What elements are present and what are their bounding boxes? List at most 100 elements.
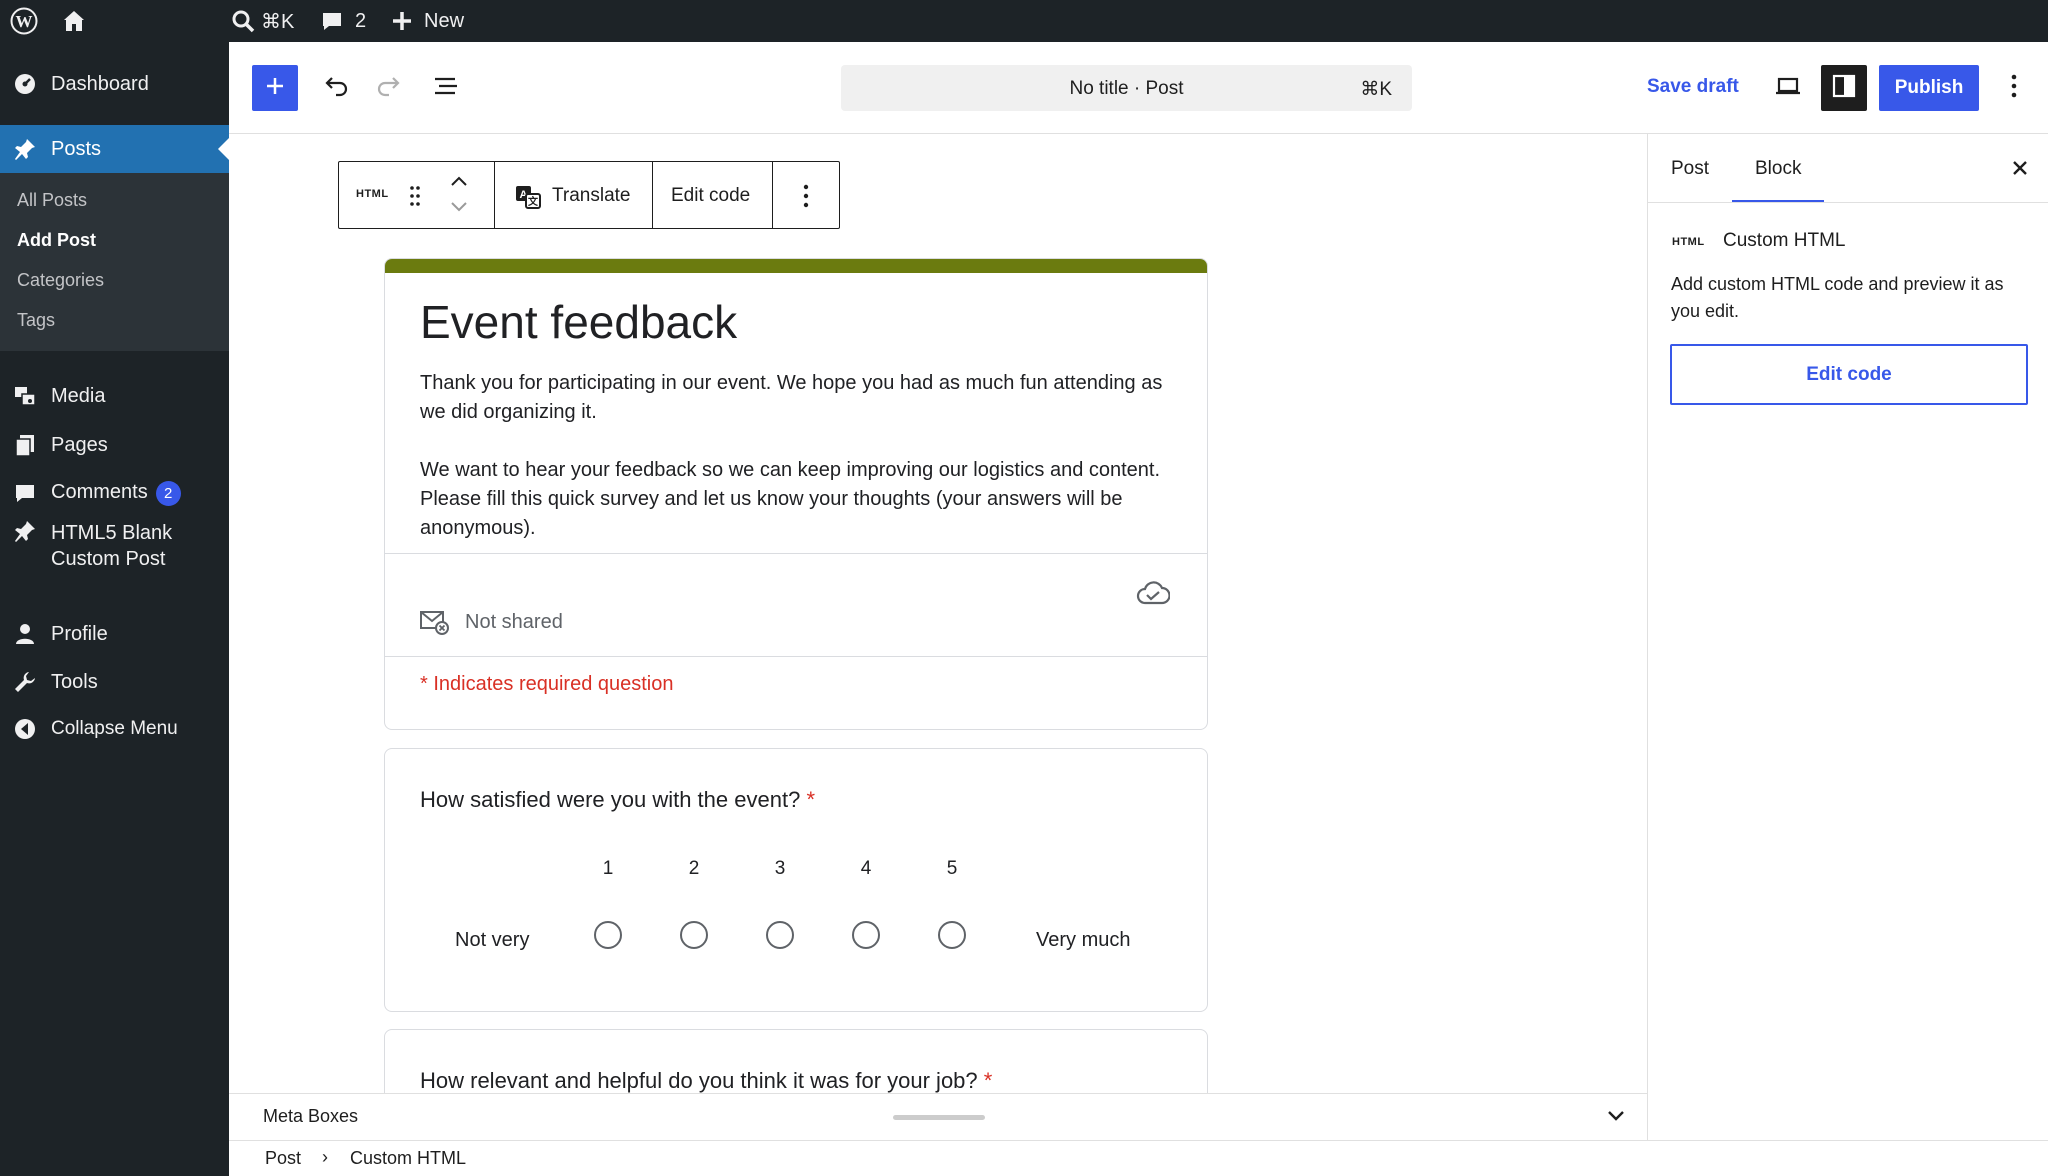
command-palette-bar[interactable]: No title · Post ⌘K bbox=[841, 65, 1412, 111]
question-text: How relevant and helpful do you think it… bbox=[420, 1068, 978, 1093]
search-icon bbox=[231, 9, 255, 33]
sidebar-item-label: Comments bbox=[51, 480, 148, 503]
breadcrumb-custom-html[interactable]: Custom HTML bbox=[350, 1148, 466, 1169]
sidebar-item-pages[interactable]: Pages bbox=[0, 424, 229, 466]
scale-number: 1 bbox=[602, 858, 614, 879]
block-name: Custom HTML bbox=[1723, 230, 1846, 251]
sidebar-item-dashboard[interactable]: Dashboard bbox=[0, 64, 229, 104]
divider bbox=[1648, 202, 2048, 203]
move-down-icon[interactable] bbox=[449, 200, 469, 219]
translate-button[interactable]: A文 Translate bbox=[495, 162, 653, 228]
new-button[interactable]: New bbox=[391, 0, 464, 42]
question-title: How satisfied were you with the event? * bbox=[420, 787, 815, 813]
plus-icon bbox=[391, 10, 413, 32]
breadcrumb-separator: › bbox=[322, 1147, 328, 1167]
block-inserter-button[interactable] bbox=[252, 65, 298, 111]
block-description: Add custom HTML code and preview it as y… bbox=[1671, 274, 2004, 321]
scale-number: 3 bbox=[774, 858, 786, 879]
sidebar-item-label: Pages bbox=[51, 433, 108, 456]
mail-not-shared-icon bbox=[419, 609, 449, 640]
tab-block[interactable]: Block bbox=[1755, 158, 1801, 180]
sidebar-item-tools[interactable]: Tools bbox=[0, 661, 229, 703]
new-label: New bbox=[424, 9, 465, 32]
cloud-saved-icon bbox=[1136, 579, 1171, 612]
save-draft-button[interactable]: Save draft bbox=[1647, 76, 1739, 98]
breadcrumb-post[interactable]: Post bbox=[265, 1148, 301, 1169]
question-card-satisfaction: How satisfied were you with the event? *… bbox=[384, 748, 1208, 1012]
edit-code-label: Edit code bbox=[671, 185, 751, 206]
form-description: Thank you for participating in our event… bbox=[420, 369, 1180, 543]
radio-option-3[interactable] bbox=[766, 921, 794, 949]
custom-post-line2: Custom Post bbox=[51, 548, 166, 570]
posts-submenu: All Posts Add Post Categories Tags bbox=[0, 173, 229, 351]
settings-toggle-button[interactable] bbox=[1821, 65, 1867, 111]
comments-count-badge: 2 bbox=[155, 480, 181, 506]
pages-icon bbox=[12, 432, 38, 458]
edit-code-toolbar-button[interactable]: Edit code bbox=[653, 162, 773, 228]
radio-option-4[interactable] bbox=[852, 921, 880, 949]
sidebar-item-custom-post[interactable]: HTML5 Blank Custom Post bbox=[0, 506, 229, 582]
comments-button[interactable]: 2 bbox=[320, 0, 366, 42]
meta-boxes-panel[interactable]: Meta Boxes bbox=[229, 1093, 1647, 1140]
form-description-p1: Thank you for participating in our event… bbox=[420, 372, 1163, 423]
svg-text:W: W bbox=[16, 12, 33, 31]
close-icon[interactable] bbox=[2010, 158, 2030, 183]
wordpress-logo-icon[interactable]: W bbox=[10, 0, 38, 42]
sidebar-sub-tags[interactable]: Tags bbox=[17, 310, 55, 331]
publish-button[interactable]: Publish bbox=[1879, 65, 1979, 111]
vertical-ellipsis-icon bbox=[802, 183, 810, 214]
preview-button[interactable] bbox=[1765, 65, 1811, 111]
sidebar-item-profile[interactable]: Profile bbox=[0, 613, 229, 655]
sidebar-item-media[interactable]: Media bbox=[0, 375, 229, 417]
required-star: * bbox=[806, 787, 815, 812]
settings-sidebar: Post Block HTML Custom HTML Add custom H… bbox=[1647, 134, 2048, 1140]
radio-option-1[interactable] bbox=[594, 921, 622, 949]
block-toolbar: HTML A文 Translate Edit code bbox=[338, 161, 840, 229]
editor-canvas: HTML A文 Translate Edit code Event feedba… bbox=[229, 134, 1647, 1093]
chevron-down-icon[interactable] bbox=[1605, 1108, 1627, 1129]
document-overview-button[interactable] bbox=[423, 65, 469, 111]
meta-boxes-label: Meta Boxes bbox=[263, 1106, 359, 1126]
command-shortcut: ⌘K bbox=[1360, 79, 1392, 100]
radio-option-2[interactable] bbox=[680, 921, 708, 949]
list-view-icon bbox=[432, 72, 460, 105]
custom-post-line1: HTML5 Blank bbox=[51, 522, 173, 544]
admin-sidebar: Dashboard Posts All Posts Add Post Categ… bbox=[0, 42, 229, 1176]
comments-label-wrap: Comments 2 bbox=[51, 480, 181, 506]
sidebar-toggle-icon bbox=[1831, 73, 1857, 104]
translate-label: Translate bbox=[552, 185, 631, 206]
edit-code-button[interactable]: Edit code bbox=[1670, 344, 2028, 405]
desktop-icon bbox=[1774, 72, 1802, 105]
media-icon bbox=[12, 383, 38, 409]
translate-icon: A文 bbox=[514, 184, 542, 215]
home-icon[interactable] bbox=[61, 0, 87, 42]
move-up-icon[interactable] bbox=[449, 174, 469, 193]
sidebar-item-label: Posts bbox=[51, 137, 102, 160]
undo-button[interactable] bbox=[314, 65, 360, 111]
redo-button[interactable] bbox=[365, 65, 411, 111]
block-options-button[interactable] bbox=[773, 162, 839, 228]
sidebar-item-label: HTML5 Blank Custom Post bbox=[51, 520, 172, 572]
form-color-bar bbox=[385, 259, 1207, 273]
comment-icon bbox=[320, 9, 344, 33]
drag-handle-icon[interactable] bbox=[409, 184, 421, 213]
radio-option-5[interactable] bbox=[938, 921, 966, 949]
html-block-icon[interactable]: HTML bbox=[356, 188, 389, 200]
tab-post[interactable]: Post bbox=[1671, 158, 1709, 180]
search-button[interactable]: ⌘K bbox=[231, 0, 294, 42]
sidebar-sub-add-post[interactable]: Add Post bbox=[17, 230, 96, 251]
question-card-relevance: How relevant and helpful do you think it… bbox=[384, 1029, 1208, 1093]
sidebar-sub-categories[interactable]: Categories bbox=[17, 270, 104, 291]
html-block-icon: HTML bbox=[1672, 236, 1705, 248]
svg-text:文: 文 bbox=[528, 195, 539, 208]
plus-icon bbox=[264, 75, 286, 102]
scale-high-label: Very much bbox=[1036, 929, 1131, 951]
more-options-button[interactable] bbox=[1999, 65, 2029, 111]
sidebar-item-posts[interactable]: Posts bbox=[0, 125, 229, 173]
sidebar-collapse-menu[interactable]: Collapse Menu bbox=[0, 708, 229, 750]
divider bbox=[385, 656, 1207, 657]
sidebar-sub-all-posts[interactable]: All Posts bbox=[17, 190, 87, 211]
question-title: How relevant and helpful do you think it… bbox=[420, 1068, 992, 1093]
resize-handle[interactable] bbox=[893, 1115, 985, 1120]
form-title: Event feedback bbox=[420, 296, 738, 348]
